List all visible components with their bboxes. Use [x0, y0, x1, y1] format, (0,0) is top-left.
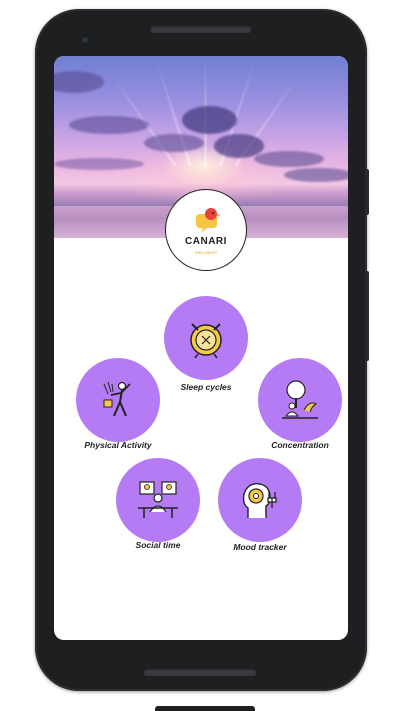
social-time-label: Social time	[135, 540, 181, 550]
power-button[interactable]	[365, 169, 369, 215]
meditation-tree-icon	[282, 380, 318, 419]
front-camera	[80, 35, 90, 45]
top-speaker	[150, 25, 252, 33]
alarm-clock-icon	[190, 323, 222, 359]
home-indicator	[155, 706, 255, 711]
person-exercise-icon	[103, 381, 131, 417]
volume-button[interactable]	[365, 271, 369, 361]
video-call-people-icon	[138, 481, 178, 518]
concentration-label: Concentration	[271, 440, 329, 450]
mood-tracker-button[interactable]	[218, 458, 302, 542]
concentration-button[interactable]	[258, 358, 342, 442]
bottom-speaker	[143, 668, 257, 676]
mood-tracker-label: Mood tracker	[233, 542, 287, 552]
brand-name: CANARI	[185, 236, 227, 247]
sleep-cycles-label: Sleep cycles	[180, 382, 232, 392]
sleep-cycles-button[interactable]	[164, 296, 248, 380]
canary-bird-icon	[196, 208, 221, 233]
physical-activity-button[interactable]	[76, 358, 160, 442]
app-logo: CANARI WELLNESS	[166, 190, 246, 270]
brand-subtitle: WELLNESS	[195, 250, 217, 255]
social-time-button[interactable]	[116, 458, 200, 542]
head-plug-icon	[242, 483, 277, 518]
physical-activity-label: Physical Activity	[84, 440, 152, 450]
app-screen: CANARI WELLNESS Sleep cycles Physical Ac…	[54, 56, 348, 640]
